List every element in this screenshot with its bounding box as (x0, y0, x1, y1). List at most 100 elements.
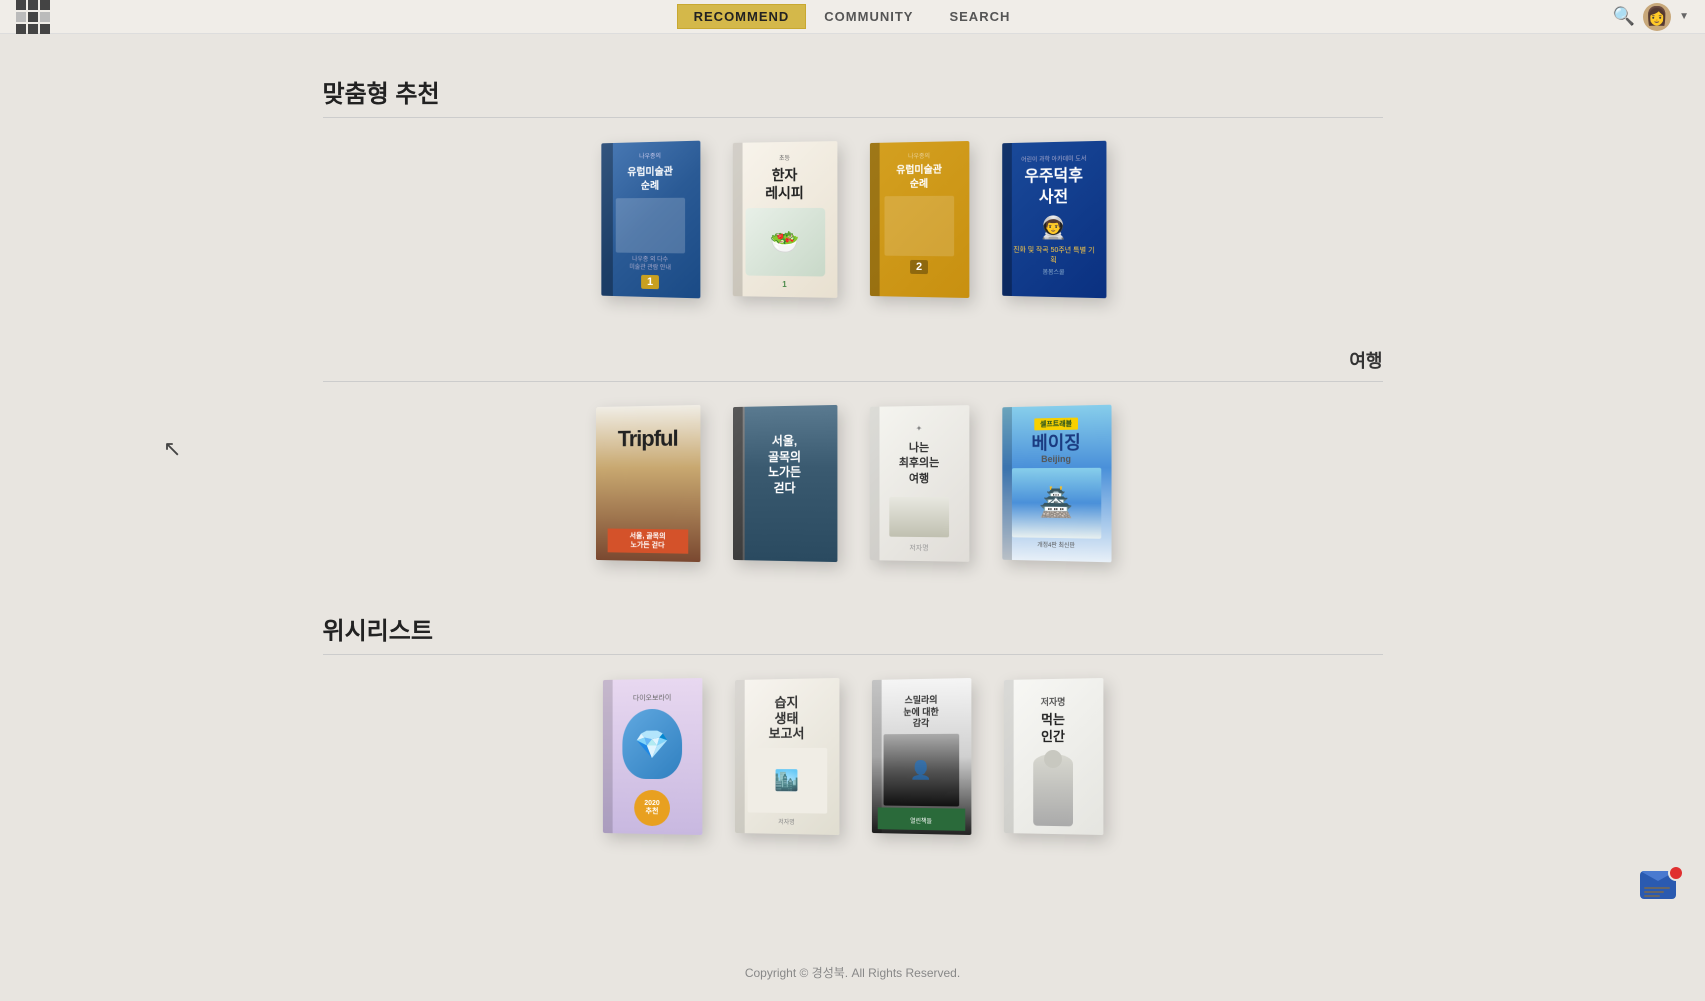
book-item-3-1[interactable]: 다이오보라이 💎 2020추천 (602, 679, 702, 834)
section-header-3: 위시리스트 (323, 611, 1383, 646)
section-divider-3 (323, 654, 1383, 655)
book-cover-2-2: 서울,골목의노가든걷다 (732, 405, 836, 562)
book-inner-2-4: 셀프트래블 베이징 Beijing 🏯 개정4판 최신판 (1002, 405, 1111, 563)
book-item-2-4[interactable]: 셀프트래블 베이징 Beijing 🏯 개정4판 최신판 (1001, 406, 1111, 561)
logo[interactable] (16, 0, 50, 34)
mail-fab[interactable] (1631, 863, 1685, 907)
book-author-2-3: 저자명 (909, 543, 928, 553)
book-image-1-3 (884, 196, 954, 257)
book-item-3-3[interactable]: 스밀라의눈에 대한감각 👤 피터 회 열린책들 (871, 679, 971, 834)
book-grid-3: 다이오보라이 💎 2020추천 습지생태보고서 (323, 679, 1383, 834)
book-icon-1-4: 👨‍🚀 (1039, 215, 1066, 241)
book-inner-1-4: 어린이 과학 아카데미 도서 우주덕후사전 👨‍🚀 진화 및 작곡 50주년 특… (1002, 141, 1106, 299)
book-item-2-2[interactable]: 서울,골목의노가든걷다 (732, 406, 837, 561)
section-title-1: 맞춤형 추천 (323, 74, 440, 109)
book-inner-3-2: 습지생태보고서 🏙️ 저자명 (735, 678, 839, 835)
book-item-1-2[interactable]: 초등 한자레시피 🥗 1 (732, 142, 837, 297)
book-badge-1-4: 진화 및 작곡 50주년 특별 기획 (1007, 244, 1099, 265)
book-title-3-3: 스밀라의눈에 대한감각 (903, 695, 938, 730)
section-travel: 여행 Tripful 서울, 골목의노가든 걷다 (323, 347, 1383, 561)
mail-notification-dot (1668, 865, 1684, 881)
book-cover-1-3: 나우종의 유럽미술관순례 2 (869, 141, 968, 298)
avatar[interactable]: 👩 (1643, 3, 1671, 31)
book-inner-3-1: 다이오보라이 💎 2020추천 (603, 678, 702, 835)
book-item-1-1[interactable]: 나우종의 유럽미술관순례 나우종 외 다수미술관 관람 안내 1 (600, 142, 700, 297)
book-cover-1-2: 초등 한자레시피 🥗 1 (732, 141, 837, 298)
book-cover-3-1: 다이오보라이 💎 2020추천 (603, 678, 702, 835)
search-icon-button[interactable]: 🔍 (1613, 6, 1635, 27)
book-title-1-3: 유럽미술관순례 (896, 163, 942, 192)
book-badge-2-1: 서울, 골목의노가든 걷다 (607, 528, 688, 553)
mail-line-3 (1644, 895, 1660, 897)
avatar-face: 👩 (1646, 6, 1668, 27)
book-author-1-1: 나우종의 (639, 154, 661, 162)
book-publisher-3-3: 열린책들 (878, 807, 966, 830)
navbar: RECOMMEND COMMUNITY SEARCH 🔍 👩 ▼ (0, 0, 1705, 34)
nav-community[interactable]: COMMUNITY (806, 3, 931, 30)
book-img-3-2: 🏙️ (747, 748, 827, 814)
book-icon-3-2: 🏙️ (774, 768, 799, 793)
footer: Copyright © 경성북. All Rights Reserved. (0, 944, 1705, 1001)
book-top-1-2: 초등 (778, 156, 789, 164)
book-title-2-3: 나는최후의는여행 (898, 441, 938, 487)
book-spoon-head (1044, 750, 1062, 768)
book-title-3-4: 먹는인간 (1041, 712, 1065, 746)
book-item-2-1[interactable]: Tripful 서울, 골목의노가든 걷다 (595, 406, 700, 561)
book-vol-1-1: 1 (641, 275, 659, 289)
book-cover-1-4: 어린이 과학 아카데미 도서 우주덕후사전 👨‍🚀 진화 및 작곡 50주년 특… (1002, 141, 1106, 299)
book-bottom-2-1: 서울, 골목의노가든 걷다 (607, 528, 688, 553)
book-cover-2-1: Tripful 서울, 골목의노가든 걷다 (595, 405, 699, 562)
mail-lines (1640, 887, 1676, 897)
book-img-2-4: 🏯 (1011, 468, 1100, 539)
mail-line-1 (1644, 887, 1670, 889)
book-title-3-1: 다이오보라이 (633, 693, 671, 704)
nav-search[interactable]: SEARCH (931, 3, 1028, 30)
section-divider-2 (323, 381, 1383, 382)
book-title-1-1: 유럽미술관순례 (627, 165, 673, 194)
book-item-2-3[interactable]: ✦ 나는최후의는여행 저자명 (869, 406, 969, 561)
book-subtitle-2-4: Beijing (1041, 454, 1071, 464)
book-series-1-4: 어린이 과학 아카데미 도서 (1021, 153, 1086, 163)
book-author-3-4: 저자명 (1041, 695, 1066, 708)
book-img-2-3 (889, 497, 949, 537)
book-info-1-1: 나우종 외 다수미술관 관람 안내 (629, 257, 671, 273)
book-cover-3-3: 스밀라의눈에 대한감각 👤 피터 회 열린책들 (872, 678, 971, 835)
book-item-1-3[interactable]: 나우종의 유럽미술관순례 2 (869, 142, 969, 297)
book-badge-3-1: 2020추천 (634, 790, 670, 826)
book-grid-1: 나우종의 유럽미술관순례 나우종 외 다수미술관 관람 안내 1 초등 한자레시… (323, 142, 1383, 297)
book-inner-2-3: ✦ 나는최후의는여행 저자명 (869, 405, 969, 562)
book-cover-2-4: 셀프트래블 베이징 Beijing 🏯 개정4판 최신판 (1002, 405, 1111, 563)
book-dot-2-3: ✦ (915, 424, 922, 433)
book-img-3-3: 👤 (884, 734, 960, 807)
section-divider-1 (323, 117, 1383, 118)
book-inner-1-3: 나우종의 유럽미술관순례 2 (869, 141, 968, 298)
book-inner-3-4: 저자명 먹는인간 (1004, 678, 1103, 835)
book-title-2-2: 서울,골목의노가든걷다 (768, 434, 801, 497)
book-badge-wrap-3-1: 2020추천 (603, 790, 702, 827)
book-title-3-2: 습지생태보고서 (769, 695, 805, 742)
book-inner-3-3: 스밀라의눈에 대한감각 👤 피터 회 열린책들 (872, 678, 971, 835)
book-series-2-4: 셀프트래블 (1034, 418, 1078, 431)
book-cover-3-2: 습지생태보고서 🏙️ 저자명 (735, 678, 839, 835)
book-item-3-2[interactable]: 습지생태보고서 🏙️ 저자명 (734, 679, 839, 834)
book-icon-3-1: 💎 (635, 727, 670, 760)
book-image-placeholder-1-1 (615, 198, 684, 254)
book-cover-3-4: 저자명 먹는인간 (1004, 678, 1103, 835)
book-cover-1-1: 나우종의 유럽미술관순례 나우종 외 다수미술관 관람 안내 1 (601, 141, 700, 299)
section-title-3: 위시리스트 (323, 611, 433, 646)
book-item-1-4[interactable]: 어린이 과학 아카데미 도서 우주덕후사전 👨‍🚀 진화 및 작곡 50주년 특… (1001, 142, 1106, 297)
book-badge-1-2: 1 (782, 280, 786, 289)
book-item-3-4[interactable]: 저자명 먹는인간 (1003, 679, 1103, 834)
user-dropdown-arrow[interactable]: ▼ (1679, 11, 1689, 22)
book-info-3-2: 저자명 (778, 817, 794, 826)
nav-recommend[interactable]: RECOMMEND (677, 4, 807, 29)
book-inner-1-2: 초등 한자레시피 🥗 1 (732, 141, 837, 298)
book-title-2-1: Tripful (595, 425, 699, 452)
mail-line-2 (1644, 891, 1664, 893)
section-subtitle-2: 여행 (1349, 347, 1382, 373)
book-publisher-1-4: 봄봄스쿨 (1042, 266, 1064, 275)
section-header-2: 여행 (323, 347, 1383, 373)
book-publisher-label-3-3: 열린책들 (910, 819, 932, 825)
book-title-2-4: 베이징 (1031, 434, 1080, 454)
book-vol-1-3: 2 (910, 260, 928, 274)
